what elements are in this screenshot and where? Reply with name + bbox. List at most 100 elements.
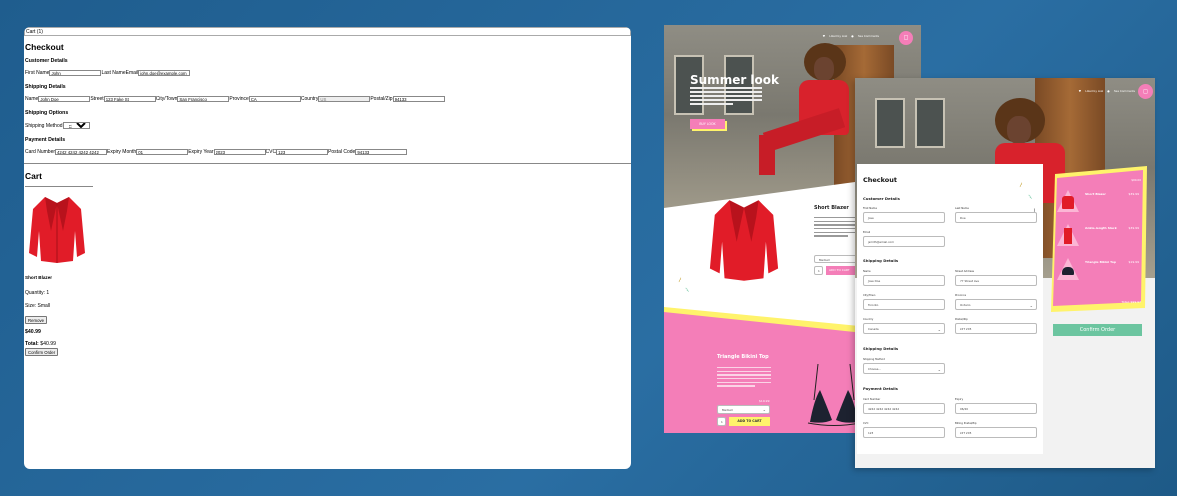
product2-description bbox=[717, 367, 771, 387]
cart-item-name: Short Blazer bbox=[1085, 192, 1106, 196]
divider bbox=[24, 163, 631, 164]
province-select[interactable]: Ontario ⌄ bbox=[955, 298, 1037, 310]
cart-item: Triangle Bikini Top $19.99 bbox=[1057, 258, 1141, 284]
cvc-label: CVC bbox=[265, 149, 277, 155]
blazer-image bbox=[709, 200, 779, 281]
total-value: $40.99 bbox=[40, 341, 57, 347]
shipping-method-select[interactable]: Choose... ⌄ bbox=[863, 362, 945, 374]
paperclip-icon: ⌇ bbox=[676, 276, 683, 285]
expiry-month-label: Expiry Month bbox=[107, 149, 137, 155]
remove-button[interactable]: Remove bbox=[25, 316, 48, 324]
last-name-input[interactable]: Doe bbox=[955, 211, 1037, 223]
first-name-input[interactable]: Jose bbox=[863, 211, 945, 223]
cart-item: Short Blazer $39.99 bbox=[1057, 190, 1141, 216]
card-number-label: Card Number bbox=[863, 398, 881, 401]
blazer-image bbox=[29, 197, 85, 263]
city-input[interactable] bbox=[177, 96, 230, 102]
liked-by: Liked by Lisk bbox=[1085, 89, 1104, 93]
confirm-order-button[interactable]: Confirm Order bbox=[1053, 324, 1142, 336]
country-input[interactable] bbox=[318, 96, 371, 102]
liked-by: Liked by Lisk bbox=[829, 34, 848, 38]
window bbox=[875, 98, 905, 148]
checkout-title: Checkout bbox=[25, 42, 64, 52]
chevron-down-icon: ⌄ bbox=[937, 366, 941, 372]
cart-divider bbox=[25, 186, 93, 187]
street-input[interactable]: 77 Street Ave bbox=[955, 274, 1037, 286]
cart-item-price: $19.99 bbox=[1128, 260, 1140, 264]
name-input[interactable]: Jose Doe bbox=[863, 274, 945, 286]
expiry-input[interactable]: 06/20 bbox=[955, 402, 1037, 414]
customer-details-heading: Customer Details bbox=[863, 196, 900, 201]
cart-icon[interactable]: ◻ bbox=[1138, 84, 1153, 99]
product-name: Short Blazer bbox=[25, 275, 53, 280]
shipping-options-heading: Shipping Options bbox=[25, 110, 69, 116]
expiry-label: Expiry bbox=[955, 398, 964, 401]
billing-postal-input[interactable]: L5T 2X5 bbox=[955, 426, 1037, 438]
paperclip-icon: ⌇ bbox=[1017, 181, 1024, 190]
province-input[interactable] bbox=[248, 96, 301, 102]
street-input[interactable] bbox=[103, 96, 156, 102]
hero-description bbox=[690, 87, 762, 105]
city-input[interactable]: Toronto bbox=[863, 298, 945, 310]
province-label: Province bbox=[229, 96, 249, 102]
postal-code-input[interactable] bbox=[355, 149, 408, 155]
name-label: Name bbox=[25, 96, 39, 102]
city-label: City/Town bbox=[155, 96, 178, 102]
heart-icon: ♥ bbox=[822, 34, 826, 38]
postal-input[interactable] bbox=[392, 96, 445, 102]
product2-size-select[interactable]: Medium ⌄ bbox=[717, 405, 770, 414]
shipping-details-heading: Shipping Details bbox=[863, 258, 899, 263]
postal-label: Postal/Zip bbox=[370, 96, 393, 102]
email-label: Email bbox=[125, 70, 139, 76]
city-label: City/Town bbox=[863, 294, 876, 297]
cvc-label: CVC bbox=[863, 422, 869, 425]
cart-item-price: $39.99 bbox=[1128, 192, 1140, 196]
product-price: $40.99 bbox=[25, 329, 41, 335]
product1-qty[interactable]: 1 bbox=[814, 266, 823, 275]
email-input[interactable] bbox=[138, 70, 191, 76]
expiry-month-input[interactable] bbox=[136, 149, 189, 155]
shipping-options-heading: Shipping Details bbox=[863, 346, 899, 351]
card-number-input[interactable] bbox=[55, 149, 108, 155]
product2-price: $19.99 bbox=[759, 399, 770, 403]
shipping-details-heading: Shipping Details bbox=[25, 84, 66, 90]
comments-count: 3ea Comments bbox=[857, 34, 879, 38]
expiry-year-input[interactable] bbox=[213, 149, 266, 155]
buy-look-button[interactable]: BUY LOOK bbox=[690, 119, 725, 129]
customer-details-heading: Customer Details bbox=[25, 58, 68, 64]
cvc-input[interactable]: 123 bbox=[863, 426, 945, 438]
postal-input[interactable]: L5T 2X5 bbox=[955, 322, 1037, 334]
product2-qty[interactable]: 1 bbox=[717, 417, 726, 426]
shipping-method-select[interactable]: Choose... bbox=[62, 122, 90, 129]
country-label: Country bbox=[300, 96, 319, 102]
product2-name: Triangle Bikini Top bbox=[717, 354, 769, 360]
product-image bbox=[25, 191, 89, 269]
cart-tab[interactable]: Cart (1) bbox=[24, 27, 631, 36]
first-name-input[interactable] bbox=[49, 70, 102, 76]
window bbox=[915, 98, 945, 148]
email-label: Email bbox=[863, 231, 871, 234]
shipping-method-label: Shipping Method bbox=[25, 122, 63, 129]
product-size: Size: Small bbox=[25, 303, 51, 309]
product2-add-to-cart[interactable]: ADD TO CART bbox=[729, 417, 770, 426]
paperclip-icon: ⌇ bbox=[1027, 193, 1034, 202]
email-input[interactable]: jsmith@email.com bbox=[863, 235, 945, 247]
cart-item-bikini-icon bbox=[1062, 267, 1074, 275]
comment-icon: ● bbox=[1107, 89, 1110, 93]
payment-details-heading: Payment Details bbox=[863, 386, 898, 391]
hero-title: Summer look bbox=[690, 73, 780, 87]
expiry-year-label: Expiry Year bbox=[188, 149, 214, 155]
confirm-order-button[interactable]: Confirm Order bbox=[25, 348, 59, 356]
cart-item-blazer-icon bbox=[1062, 196, 1074, 209]
cart-item-name: Triangle Bikini Top bbox=[1085, 260, 1117, 264]
cvc-input[interactable] bbox=[276, 149, 329, 155]
billing-postal-label: Billing Postal/Zip bbox=[955, 422, 977, 425]
comment-icon: ● bbox=[851, 34, 854, 38]
total-label: Total: bbox=[25, 341, 39, 347]
street-label: Street bbox=[90, 96, 104, 102]
heart-icon: ♥ bbox=[1078, 89, 1082, 93]
name-input[interactable] bbox=[38, 96, 91, 102]
country-select[interactable]: Canada ⌄ bbox=[863, 322, 945, 334]
card-number-input[interactable]: 4242 4242 4242 4242 bbox=[863, 402, 945, 414]
cart-icon[interactable]: ◻ bbox=[899, 31, 913, 45]
